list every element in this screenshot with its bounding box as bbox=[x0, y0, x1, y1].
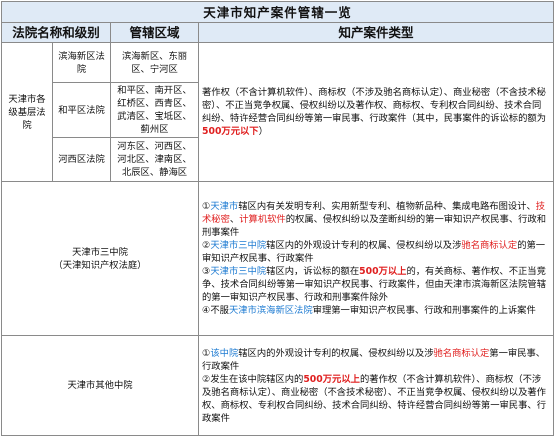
basic-types-end: ） bbox=[258, 126, 268, 137]
item-text: 发生在该中院辖区内的 bbox=[210, 373, 304, 385]
list-item: ③天津市三中院辖区内，诉讼标的额在500万以上的，有关商标、著作权、不正当竞争、… bbox=[202, 265, 550, 304]
item-text: 辖区内的外观设计专利的权属、侵权纠纷以及涉 bbox=[266, 240, 462, 251]
third-court-name: 天津市三中院 bbox=[72, 246, 128, 258]
jurisdiction-sheet: 天津市知产案件管辖一览 法院名称和级别 管辖区域 知产案件类型 天津市各级基层法… bbox=[0, 1, 554, 436]
table-row: 天津市三中院 （天津知识产权法庭） ①天津市辖区内有关发明专利、实用新型专利、植… bbox=[1, 181, 554, 336]
jurisdiction-table: 天津市知产案件管辖一览 法院名称和级别 管辖区域 知产案件类型 天津市各级基层法… bbox=[0, 1, 554, 436]
amount-highlight: 500万元以上 bbox=[303, 373, 360, 385]
list-item: ①天津市辖区内有关发明专利、实用新型专利、植物新品种、集成电路布图设计、技术秘密… bbox=[202, 200, 550, 239]
keyword-highlight: 驰名商标认定 bbox=[461, 240, 518, 251]
item-text: 审理第一审知识产权民事、行政和刑事案件的上诉案件 bbox=[312, 305, 536, 316]
header-row: 法院名称和级别 管辖区域 知产案件类型 bbox=[1, 22, 554, 43]
basic-courts-label: 天津市各级基层法院 bbox=[1, 42, 53, 182]
header-types: 知产案件类型 bbox=[197, 22, 554, 43]
basic-types-text: 著作权（不含计算机软件）、商标权（不涉及驰名商标认定）、商业秘密（不含技术秘密）… bbox=[202, 87, 546, 124]
list-item: ②发生在该中院辖区内的500万元以上的著作权（不含计算机软件）、商标权（不涉及驰… bbox=[202, 373, 550, 425]
place-highlight: 天津市滨海新区法院 bbox=[228, 305, 313, 316]
list-item: ④不服天津市滨海新区法院审理第一审知识产权民事、行政和刑事案件的上诉案件 bbox=[202, 304, 550, 317]
item-text: 不服 bbox=[210, 305, 229, 316]
item-text: 辖区内的外观设计专利的权属、侵权纠纷以及涉 bbox=[238, 347, 434, 359]
header-court: 法院名称和级别 bbox=[1, 22, 111, 43]
third-court-alias: （天津知识产权法庭） bbox=[53, 259, 147, 271]
area-hexi: 河东区、河西区、河北区、津南区、北辰区、静海区 bbox=[110, 137, 199, 182]
list-item: ①该中院辖区内的外观设计专利的权属、侵权纠纷以及涉驰名商标认定第一审民事、行政案… bbox=[202, 347, 550, 373]
area-binhai: 滨海新区、东丽区、宁河区 bbox=[110, 42, 199, 83]
third-court-cell: 天津市三中院 （天津知识产权法庭） bbox=[1, 181, 199, 336]
table-row: 天津市其他中院 ①该中院辖区内的外观设计专利的权属、侵权纠纷以及涉驰名商标认定第… bbox=[1, 335, 554, 436]
list-item: ②天津市三中院辖区内的外观设计专利的权属、侵权纠纷以及涉驰名商标认定的第一审知识… bbox=[202, 239, 550, 265]
item-text: 辖区内，诉讼标的额在 bbox=[266, 266, 360, 277]
third-court-types: ①天津市辖区内有关发明专利、实用新型专利、植物新品种、集成电路布图设计、技术秘密… bbox=[197, 181, 554, 336]
keyword-highlight: 计算机软件 bbox=[239, 214, 286, 225]
item-text: 辖区内有关发明专利、实用新型专利、植物新品种、集成电路布图设计、 bbox=[238, 201, 536, 212]
court-hexi: 河西区法院 bbox=[52, 137, 111, 182]
court-binhai: 滨海新区法院 bbox=[52, 42, 111, 83]
other-courts-name: 天津市其他中院 bbox=[1, 335, 199, 436]
court-heping: 和平区法院 bbox=[52, 82, 111, 138]
place-highlight: 该中院 bbox=[210, 347, 239, 359]
header-area: 管辖区域 bbox=[110, 22, 199, 43]
basic-courts-types: 著作权（不含计算机软件）、商标权（不涉及驰名商标认定）、商业秘密（不含技术秘密）… bbox=[197, 42, 554, 182]
table-row: 天津市各级基层法院 滨海新区法院 滨海新区、东丽区、宁河区 著作权（不含计算机软… bbox=[1, 42, 554, 182]
keyword-highlight: 驰名商标认定 bbox=[433, 347, 490, 359]
item-separator: 、 bbox=[229, 214, 240, 225]
other-courts-types: ①该中院辖区内的外观设计专利的权属、侵权纠纷以及涉驰名商标认定第一审民事、行政案… bbox=[197, 335, 554, 436]
place-highlight: 天津市三中院 bbox=[210, 266, 267, 277]
table-title: 天津市知产案件管辖一览 bbox=[0, 1, 554, 23]
place-highlight: 天津市三中院 bbox=[210, 240, 267, 251]
title-row: 天津市知产案件管辖一览 bbox=[0, 1, 554, 23]
amount-highlight: 500万以上 bbox=[359, 266, 407, 277]
place-highlight: 天津市 bbox=[210, 201, 239, 212]
area-heping: 和平区、南开区、红桥区、西青区、武清区、宝坻区、蓟州区 bbox=[110, 82, 199, 138]
amount-highlight: 500万元以下 bbox=[202, 126, 259, 137]
